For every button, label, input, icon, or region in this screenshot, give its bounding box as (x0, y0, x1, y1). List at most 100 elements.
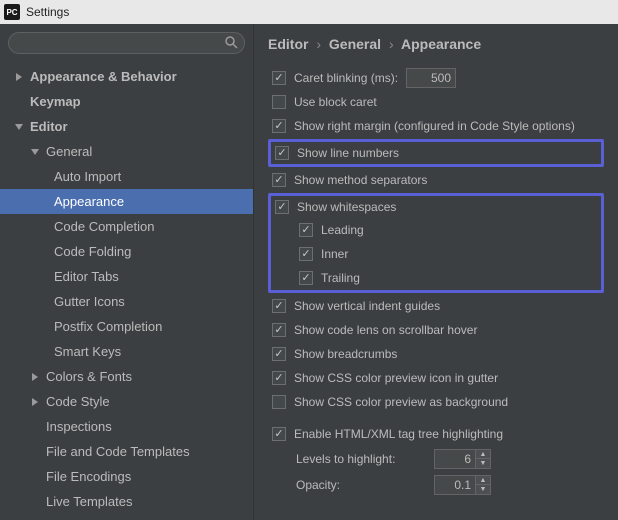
opacity-label: Opacity: (296, 478, 426, 492)
search-input[interactable] (8, 32, 245, 54)
window-title: Settings (26, 5, 69, 19)
tree-label: Auto Import (54, 169, 121, 184)
tree-live-templates[interactable]: Live Templates (0, 489, 253, 514)
option-label: Show line numbers (297, 146, 399, 160)
option-breadcrumbs: Show breadcrumbs (268, 342, 604, 366)
checkbox-css-preview-bg[interactable] (272, 395, 286, 409)
option-trailing: Trailing (271, 266, 601, 290)
tree-file-encodings[interactable]: File Encodings (0, 464, 253, 489)
tree-inspections[interactable]: Inspections (0, 414, 253, 439)
option-code-lens: Show code lens on scrollbar hover (268, 318, 604, 342)
chevron-right-icon: › (389, 36, 394, 52)
tree-code-style[interactable]: Code Style (0, 389, 253, 414)
option-label: Trailing (321, 271, 360, 285)
checkbox-code-lens[interactable] (272, 323, 286, 337)
tree-label: File and Code Templates (46, 444, 190, 459)
checkbox-vertical-indent-guides[interactable] (272, 299, 286, 313)
tree-smart-keys[interactable]: Smart Keys (0, 339, 253, 364)
tree-label: Code Completion (54, 219, 154, 234)
breadcrumb-item: Appearance (401, 36, 481, 52)
option-label: Show breadcrumbs (294, 347, 397, 361)
chevron-right-icon: › (316, 36, 321, 52)
option-show-right-margin: Show right margin (configured in Code St… (268, 114, 604, 138)
checkbox-show-right-margin[interactable] (272, 119, 286, 133)
caret-blinking-input[interactable] (406, 68, 456, 88)
tree-colors-fonts[interactable]: Colors & Fonts (0, 364, 253, 389)
tree-label: Editor Tabs (54, 269, 119, 284)
checkbox-inner[interactable] (299, 247, 313, 261)
checkbox-breadcrumbs[interactable] (272, 347, 286, 361)
tree-label: Inspections (46, 419, 112, 434)
option-show-line-numbers: Show line numbers (271, 142, 601, 164)
tree-label: Code Folding (54, 244, 131, 259)
tree-file-code-templates[interactable]: File and Code Templates (0, 439, 253, 464)
tree-gutter-icons[interactable]: Gutter Icons (0, 289, 253, 314)
breadcrumb: Editor › General › Appearance (268, 36, 604, 52)
tree-postfix-completion[interactable]: Postfix Completion (0, 314, 253, 339)
option-css-preview-bg: Show CSS color preview as background (268, 390, 604, 414)
checkbox-show-line-numbers[interactable] (275, 146, 289, 160)
tree-label: Appearance (54, 194, 124, 209)
option-leading: Leading (271, 218, 601, 242)
checkbox-caret-blinking[interactable] (272, 71, 286, 85)
option-show-whitespaces: Show whitespaces (271, 196, 601, 218)
option-label: Use block caret (294, 95, 377, 109)
tree-editor-tabs[interactable]: Editor Tabs (0, 264, 253, 289)
tree-label: Appearance & Behavior (30, 69, 177, 84)
tree-keymap[interactable]: Keymap (0, 89, 253, 114)
opacity-step-up[interactable]: ▲ (476, 476, 490, 485)
option-css-preview-gutter: Show CSS color preview icon in gutter (268, 366, 604, 390)
option-label: Show code lens on scrollbar hover (294, 323, 477, 337)
tree-label: Colors & Fonts (46, 369, 132, 384)
checkbox-tag-tree-highlight[interactable] (272, 427, 286, 441)
tree-label: File Encodings (46, 469, 131, 484)
chevron-right-icon (30, 372, 40, 382)
option-tag-tree-highlight: Enable HTML/XML tag tree highlighting (268, 422, 604, 446)
levels-step-up[interactable]: ▲ (476, 450, 490, 459)
tree-code-folding[interactable]: Code Folding (0, 239, 253, 264)
tree-label: General (46, 144, 92, 159)
option-show-method-separators: Show method separators (268, 168, 604, 192)
checkbox-leading[interactable] (299, 223, 313, 237)
tree-label: Keymap (30, 94, 81, 109)
tree-general[interactable]: General (0, 139, 253, 164)
checkbox-trailing[interactable] (299, 271, 313, 285)
tree-auto-import[interactable]: Auto Import (0, 164, 253, 189)
option-vertical-indent-guides: Show vertical indent guides (268, 294, 604, 318)
tree-appearance[interactable]: Appearance (0, 189, 253, 214)
checkbox-show-method-separators[interactable] (272, 173, 286, 187)
tree-code-completion[interactable]: Code Completion (0, 214, 253, 239)
settings-content: Editor › General › Appearance Caret blin… (254, 24, 618, 520)
option-label: Show vertical indent guides (294, 299, 440, 313)
levels-label: Levels to highlight: (296, 452, 426, 466)
checkbox-css-preview-gutter[interactable] (272, 371, 286, 385)
option-label: Show method separators (294, 173, 427, 187)
tree-label: Editor (30, 119, 68, 134)
tree-editor[interactable]: Editor (0, 114, 253, 139)
tree-label: Gutter Icons (54, 294, 125, 309)
tree-label: Live Templates (46, 494, 132, 509)
opacity-step-down[interactable]: ▼ (476, 485, 490, 494)
option-label: Enable HTML/XML tag tree highlighting (294, 427, 503, 441)
row-opacity: Opacity: ▲ ▼ (268, 472, 604, 498)
window-titlebar: PC Settings (0, 0, 618, 24)
highlight-whitespaces: Show whitespaces Leading Inner Trailing (268, 193, 604, 293)
levels-input[interactable] (434, 449, 476, 469)
option-label: Caret blinking (ms): (294, 71, 398, 85)
tree-label: Smart Keys (54, 344, 121, 359)
opacity-input[interactable] (434, 475, 476, 495)
highlight-line-numbers: Show line numbers (268, 139, 604, 167)
settings-sidebar: Appearance & Behavior Keymap Editor Gene… (0, 24, 254, 520)
checkbox-use-block-caret[interactable] (272, 95, 286, 109)
option-label: Show right margin (configured in Code St… (294, 119, 575, 133)
breadcrumb-item: General (329, 36, 381, 52)
app-icon: PC (4, 4, 20, 20)
chevron-right-icon (30, 397, 40, 407)
tree-label: Postfix Completion (54, 319, 162, 334)
tree-appearance-behavior[interactable]: Appearance & Behavior (0, 64, 253, 89)
levels-step-down[interactable]: ▼ (476, 459, 490, 468)
option-label: Show whitespaces (297, 200, 396, 214)
tree-label: Code Style (46, 394, 110, 409)
checkbox-show-whitespaces[interactable] (275, 200, 289, 214)
option-inner: Inner (271, 242, 601, 266)
